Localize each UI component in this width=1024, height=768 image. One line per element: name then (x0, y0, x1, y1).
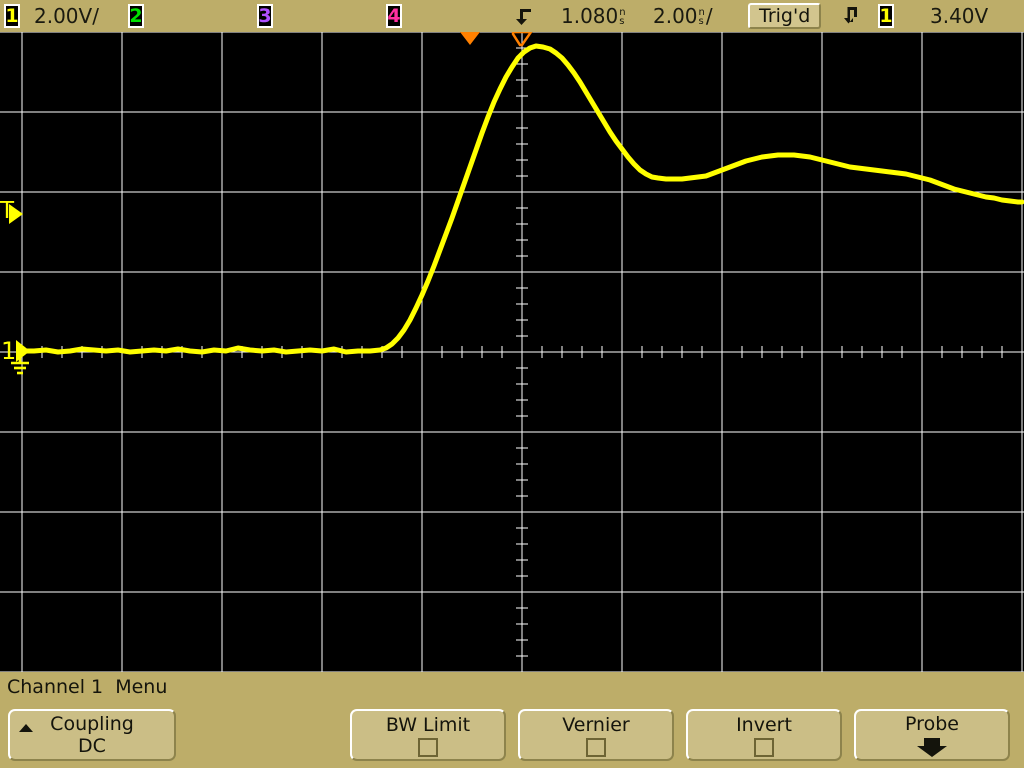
ground-marker-label: 1 (1, 337, 16, 365)
timebase-number: 2.00 (653, 4, 698, 28)
vernier-checkbox[interactable] (586, 737, 606, 757)
ground-reference-marker[interactable]: 1 (1, 337, 30, 375)
channel-1-badge[interactable]: 1 (4, 4, 20, 28)
softkey-vernier[interactable]: Vernier (518, 709, 674, 761)
chevron-down-icon (911, 736, 953, 758)
trigger-source-indicator[interactable]: 1 (878, 0, 894, 32)
channel-4-indicator[interactable]: 4 (386, 0, 402, 32)
delay-unit: n s (619, 8, 625, 27)
trigger-status-label[interactable]: Trig'd (748, 3, 822, 29)
timebase-suffix: / (705, 4, 713, 28)
trigger-position-markers (460, 32, 533, 47)
channel-2-badge[interactable]: 2 (128, 4, 144, 28)
trigger-marker-arrow (9, 204, 23, 224)
delay-reference-marker[interactable] (460, 32, 480, 45)
softkey-coupling[interactable]: Coupling DC (8, 709, 176, 761)
trigger-delay-icon (514, 0, 536, 32)
timebase-value: 2.00 n s / (653, 0, 713, 32)
softkey-vernier-label: Vernier (562, 713, 630, 736)
softkey-bw-limit-label: BW Limit (385, 713, 471, 736)
rising-edge-icon (843, 0, 859, 32)
softkey-invert-label: Invert (736, 713, 792, 736)
channel-2-indicator[interactable]: 2 (128, 0, 144, 32)
softkey-bw-limit[interactable]: BW Limit (350, 709, 506, 761)
channel-1-indicator[interactable]: 1 2.00V/ (4, 0, 99, 32)
trigger-level-value: 3.40V (930, 0, 988, 32)
softkey-probe-label: Probe (905, 712, 959, 735)
timebase-unit-base: s (698, 16, 704, 27)
delay-number: 1.080 (561, 4, 619, 28)
trigger-level-label: 3.40V (930, 4, 989, 28)
softkey-coupling-line1: Coupling (50, 713, 134, 735)
softkey-probe[interactable]: Probe (854, 709, 1010, 761)
channel-3-badge[interactable]: 3 (257, 4, 273, 28)
trigger-level-marker[interactable]: T (0, 198, 23, 224)
waveform-display[interactable]: 1 T (0, 32, 1024, 672)
chevron-up-icon (19, 724, 33, 732)
trigger-source-badge[interactable]: 1 (878, 4, 894, 28)
channel-1-scale: 2.00V/ (34, 4, 99, 28)
channel-3-indicator[interactable]: 3 (257, 0, 273, 32)
softkey-invert[interactable]: Invert (686, 709, 842, 761)
trigger-status-button[interactable]: Trig'd (748, 0, 822, 32)
channel-4-badge[interactable]: 4 (386, 4, 402, 28)
delay-value: 1.080 n s (561, 0, 626, 32)
status-bar: 1 2.00V/ 2 3 4 1.080 n s 2.00 n s / Trig… (0, 0, 1024, 32)
softkey-coupling-line2: DC (78, 735, 106, 757)
timebase-unit: n s (698, 8, 705, 27)
oscilloscope-screen: 1 2.00V/ 2 3 4 1.080 n s 2.00 n s / Trig… (0, 0, 1024, 768)
invert-checkbox[interactable] (754, 737, 774, 757)
delay-unit-base: s (619, 16, 625, 27)
graticule-svg: 1 T (0, 32, 1024, 672)
bw-limit-checkbox[interactable] (418, 737, 438, 757)
menu-title: Channel 1 Menu (7, 676, 168, 698)
